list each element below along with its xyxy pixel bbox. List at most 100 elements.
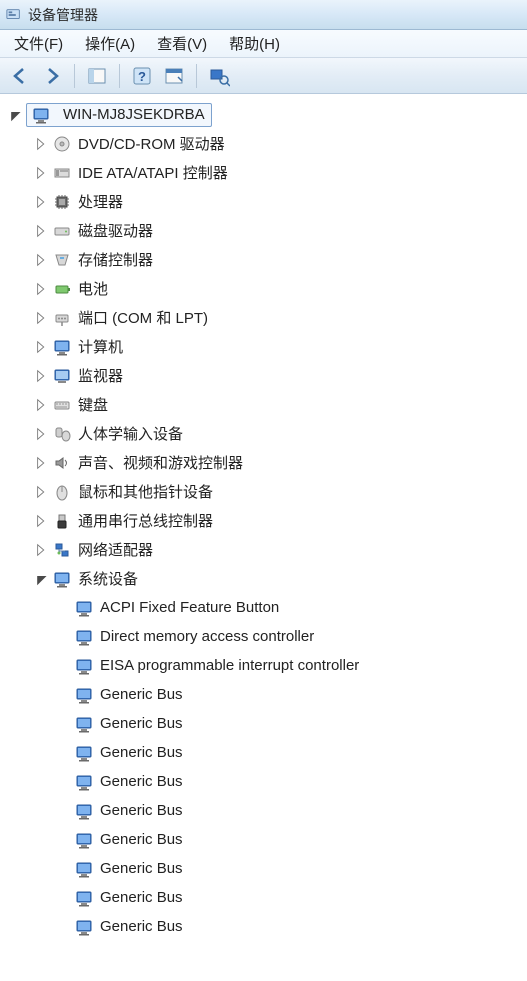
category-row[interactable]: 网络适配器: [0, 535, 527, 564]
device-row[interactable]: EISA programmable interrupt controller: [0, 651, 527, 680]
tree-root[interactable]: WIN-MJ8JSEKDRBA: [0, 100, 527, 129]
device-label: Generic Bus: [100, 715, 183, 732]
device-tree[interactable]: WIN-MJ8JSEKDRBA DVD/CD-ROM 驱动器IDE ATA/AT…: [0, 94, 527, 981]
category-row[interactable]: 通用串行总线控制器: [0, 506, 527, 535]
computer-icon: [74, 859, 94, 879]
menu-help[interactable]: 帮助(H): [219, 31, 290, 56]
computer-icon: [74, 772, 94, 792]
computer-icon: [74, 685, 94, 705]
device-row[interactable]: Generic Bus: [0, 883, 527, 912]
expander-icon[interactable]: [34, 368, 50, 384]
expander-icon[interactable]: [34, 252, 50, 268]
toolbar-back-button[interactable]: [6, 62, 34, 90]
root-label: WIN-MJ8JSEKDRBA: [63, 106, 205, 123]
category-label: 端口 (COM 和 LPT): [78, 307, 208, 328]
toolbar-help-button[interactable]: [128, 62, 156, 90]
expander-icon[interactable]: [34, 542, 50, 558]
disc-icon: [52, 134, 72, 154]
expander-icon[interactable]: [34, 455, 50, 471]
device-row[interactable]: Generic Bus: [0, 825, 527, 854]
category-row[interactable]: 处理器: [0, 187, 527, 216]
category-row[interactable]: 声音、视频和游戏控制器: [0, 448, 527, 477]
category-system-devices[interactable]: 系统设备: [0, 564, 527, 593]
menu-action[interactable]: 操作(A): [75, 31, 145, 56]
battery-icon: [52, 279, 72, 299]
toolbar-separator: [196, 64, 197, 88]
category-label: 键盘: [78, 394, 108, 415]
expander-icon[interactable]: [34, 513, 50, 529]
category-row[interactable]: 磁盘驱动器: [0, 216, 527, 245]
category-label: 存储控制器: [78, 249, 153, 270]
category-row[interactable]: 电池: [0, 274, 527, 303]
port-icon: [52, 308, 72, 328]
category-label: 通用串行总线控制器: [78, 510, 213, 531]
device-label: ACPI Fixed Feature Button: [100, 599, 279, 616]
category-row[interactable]: 计算机: [0, 332, 527, 361]
device-label: Generic Bus: [100, 744, 183, 761]
device-row[interactable]: Generic Bus: [0, 709, 527, 738]
expander-icon[interactable]: [34, 136, 50, 152]
storage-icon: [52, 250, 72, 270]
computer-icon: [31, 105, 51, 125]
hdd-icon: [52, 221, 72, 241]
toolbar-details-button[interactable]: [83, 62, 111, 90]
category-row[interactable]: 键盘: [0, 390, 527, 419]
toolbar-properties-button[interactable]: [160, 62, 188, 90]
toolbar-separator: [119, 64, 120, 88]
usb-icon: [52, 511, 72, 531]
device-row[interactable]: Generic Bus: [0, 680, 527, 709]
device-row[interactable]: Generic Bus: [0, 738, 527, 767]
device-label: Generic Bus: [100, 889, 183, 906]
device-label: Generic Bus: [100, 802, 183, 819]
expander-icon[interactable]: [34, 484, 50, 500]
device-row[interactable]: Generic Bus: [0, 912, 527, 941]
category-label: 计算机: [78, 336, 123, 357]
category-row[interactable]: 监视器: [0, 361, 527, 390]
device-row[interactable]: Generic Bus: [0, 796, 527, 825]
device-label: Generic Bus: [100, 686, 183, 703]
category-row[interactable]: DVD/CD-ROM 驱动器: [0, 129, 527, 158]
expander-icon[interactable]: [34, 194, 50, 210]
expander-icon[interactable]: [34, 339, 50, 355]
toolbar-forward-button[interactable]: [38, 62, 66, 90]
sound-icon: [52, 453, 72, 473]
expander-icon[interactable]: [34, 281, 50, 297]
category-row[interactable]: 存储控制器: [0, 245, 527, 274]
monitor-icon: [52, 366, 72, 386]
computer-icon: [52, 569, 72, 589]
expander-icon[interactable]: [34, 165, 50, 181]
category-row[interactable]: 人体学输入设备: [0, 419, 527, 448]
category-label: 鼠标和其他指针设备: [78, 481, 213, 502]
device-label: Generic Bus: [100, 773, 183, 790]
device-label: Generic Bus: [100, 918, 183, 935]
menubar: 文件(F) 操作(A) 查看(V) 帮助(H): [0, 30, 527, 58]
category-row[interactable]: IDE ATA/ATAPI 控制器: [0, 158, 527, 187]
category-row[interactable]: 端口 (COM 和 LPT): [0, 303, 527, 332]
device-row[interactable]: Generic Bus: [0, 767, 527, 796]
menu-view[interactable]: 查看(V): [147, 31, 217, 56]
expander-icon[interactable]: [34, 223, 50, 239]
cpu-icon: [52, 192, 72, 212]
expander-icon[interactable]: [34, 571, 50, 587]
category-label: 监视器: [78, 365, 123, 386]
device-row[interactable]: Generic Bus: [0, 854, 527, 883]
toolbar: [0, 58, 527, 94]
expander-icon[interactable]: [8, 107, 24, 123]
expander-icon[interactable]: [34, 426, 50, 442]
toolbar-scan-button[interactable]: [205, 62, 233, 90]
expander-icon[interactable]: [34, 397, 50, 413]
computer-icon: [52, 337, 72, 357]
computer-icon: [74, 627, 94, 647]
category-label: 磁盘驱动器: [78, 220, 153, 241]
device-row[interactable]: ACPI Fixed Feature Button: [0, 593, 527, 622]
network-icon: [52, 540, 72, 560]
category-row[interactable]: 鼠标和其他指针设备: [0, 477, 527, 506]
expander-icon[interactable]: [34, 310, 50, 326]
device-label: EISA programmable interrupt controller: [100, 657, 359, 674]
category-label: 处理器: [78, 191, 123, 212]
category-label: 声音、视频和游戏控制器: [78, 452, 243, 473]
computer-icon: [74, 743, 94, 763]
menu-file[interactable]: 文件(F): [4, 31, 73, 56]
device-row[interactable]: Direct memory access controller: [0, 622, 527, 651]
computer-icon: [74, 888, 94, 908]
